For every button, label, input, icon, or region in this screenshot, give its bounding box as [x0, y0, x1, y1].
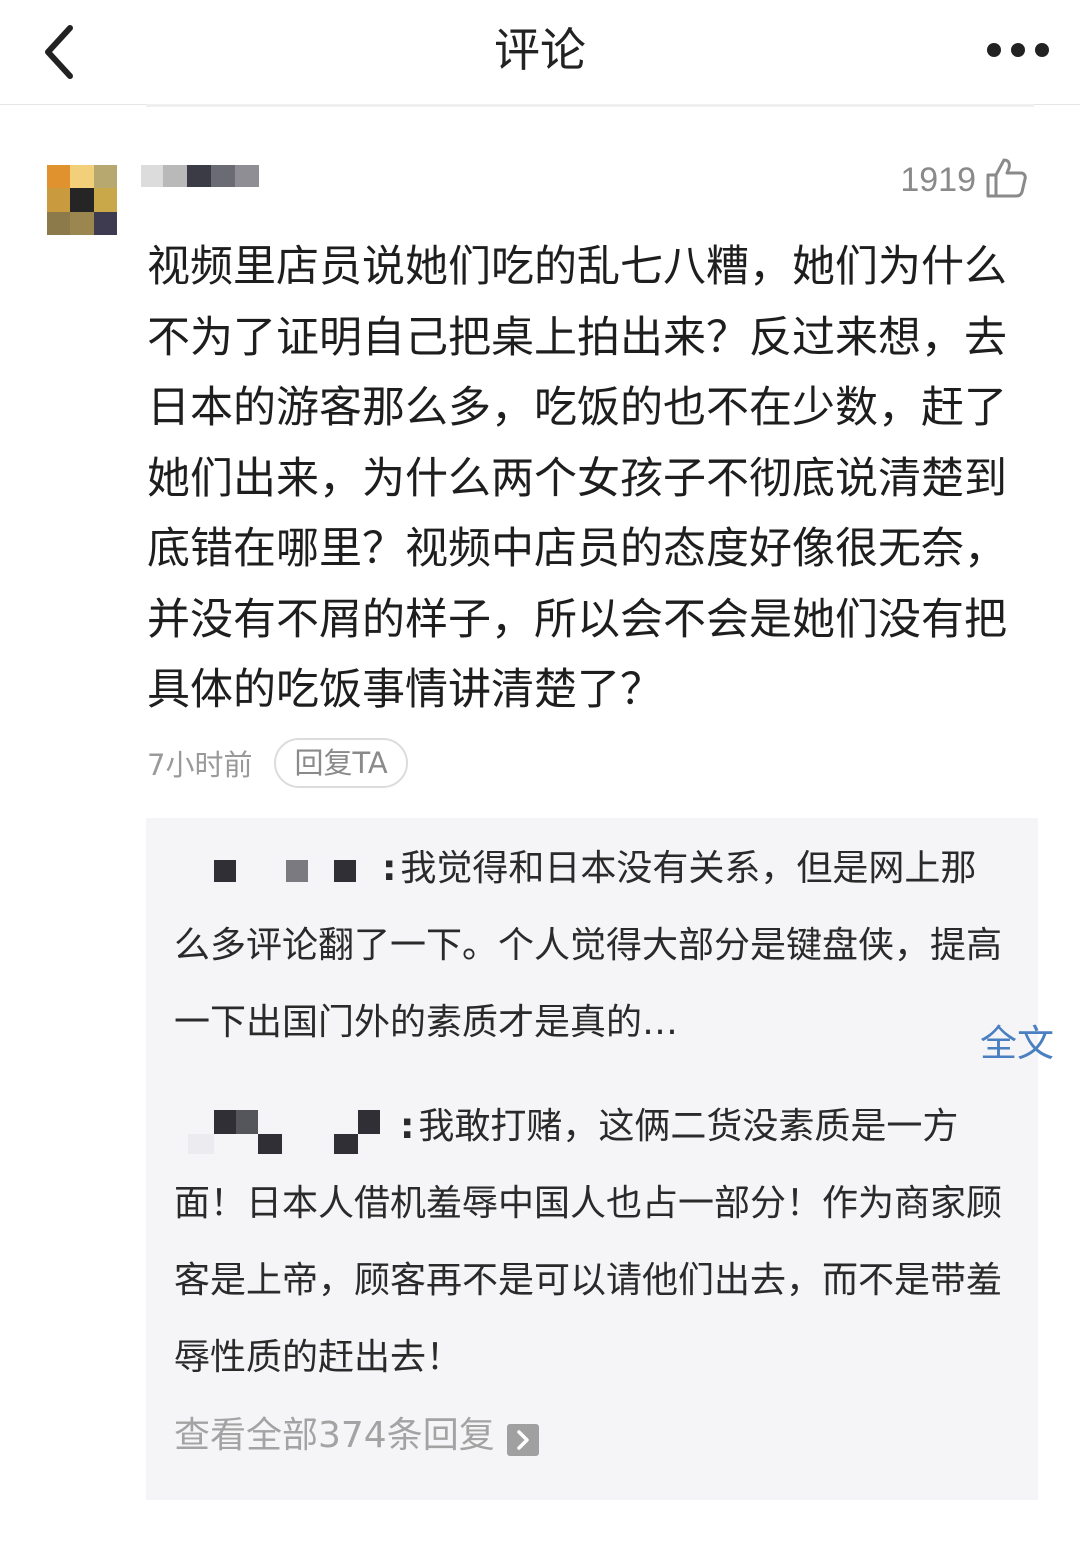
comment-text: 视频里店员说她们吃的乱七八糟，她们为什么不为了证明自己把桌上拍出来？反过来想，去… [147, 242, 1007, 715]
reply-button[interactable]: 回复TA [274, 738, 408, 788]
avatar[interactable] [47, 165, 117, 235]
top-nav-bar: 评论 [0, 0, 1080, 105]
like-button[interactable]: 1919 [900, 154, 1028, 206]
reply-username-mosaic [174, 1100, 400, 1156]
like-count: 1919 [900, 160, 976, 199]
reply-username-mosaic [174, 850, 382, 890]
reply-item[interactable]: : 我觉得和日本没有关系，但是网上那么多评论翻了一下。个人觉得大部分是键盘侠，提高… [174, 830, 1010, 1061]
view-all-label: 查看全部374条回复 [174, 1415, 495, 1456]
thumbs-up-icon [984, 156, 1028, 204]
reply-item[interactable]: : 我敢打赌，这俩二货没素质是一方面！日本人借机羞辱中国人也占一部分！作为商家顾客… [174, 1088, 1010, 1396]
view-all-replies-link[interactable]: 查看全部374条回复 [174, 1406, 539, 1458]
more-dots-icon[interactable] [986, 22, 1050, 82]
page-title: 评论 [494, 23, 586, 77]
divider [146, 104, 1034, 107]
comment-meta: 7小时前 回复TA [147, 738, 408, 788]
full-text-link[interactable]: 全文 [980, 1020, 1054, 1068]
chevron-right-icon [506, 1424, 539, 1456]
username-mosaic[interactable] [141, 165, 259, 187]
replies-panel: : 我觉得和日本没有关系，但是网上那么多评论翻了一下。个人觉得大部分是键盘侠，提高… [146, 818, 1038, 1500]
comment-time: 7小时前 [147, 748, 253, 782]
